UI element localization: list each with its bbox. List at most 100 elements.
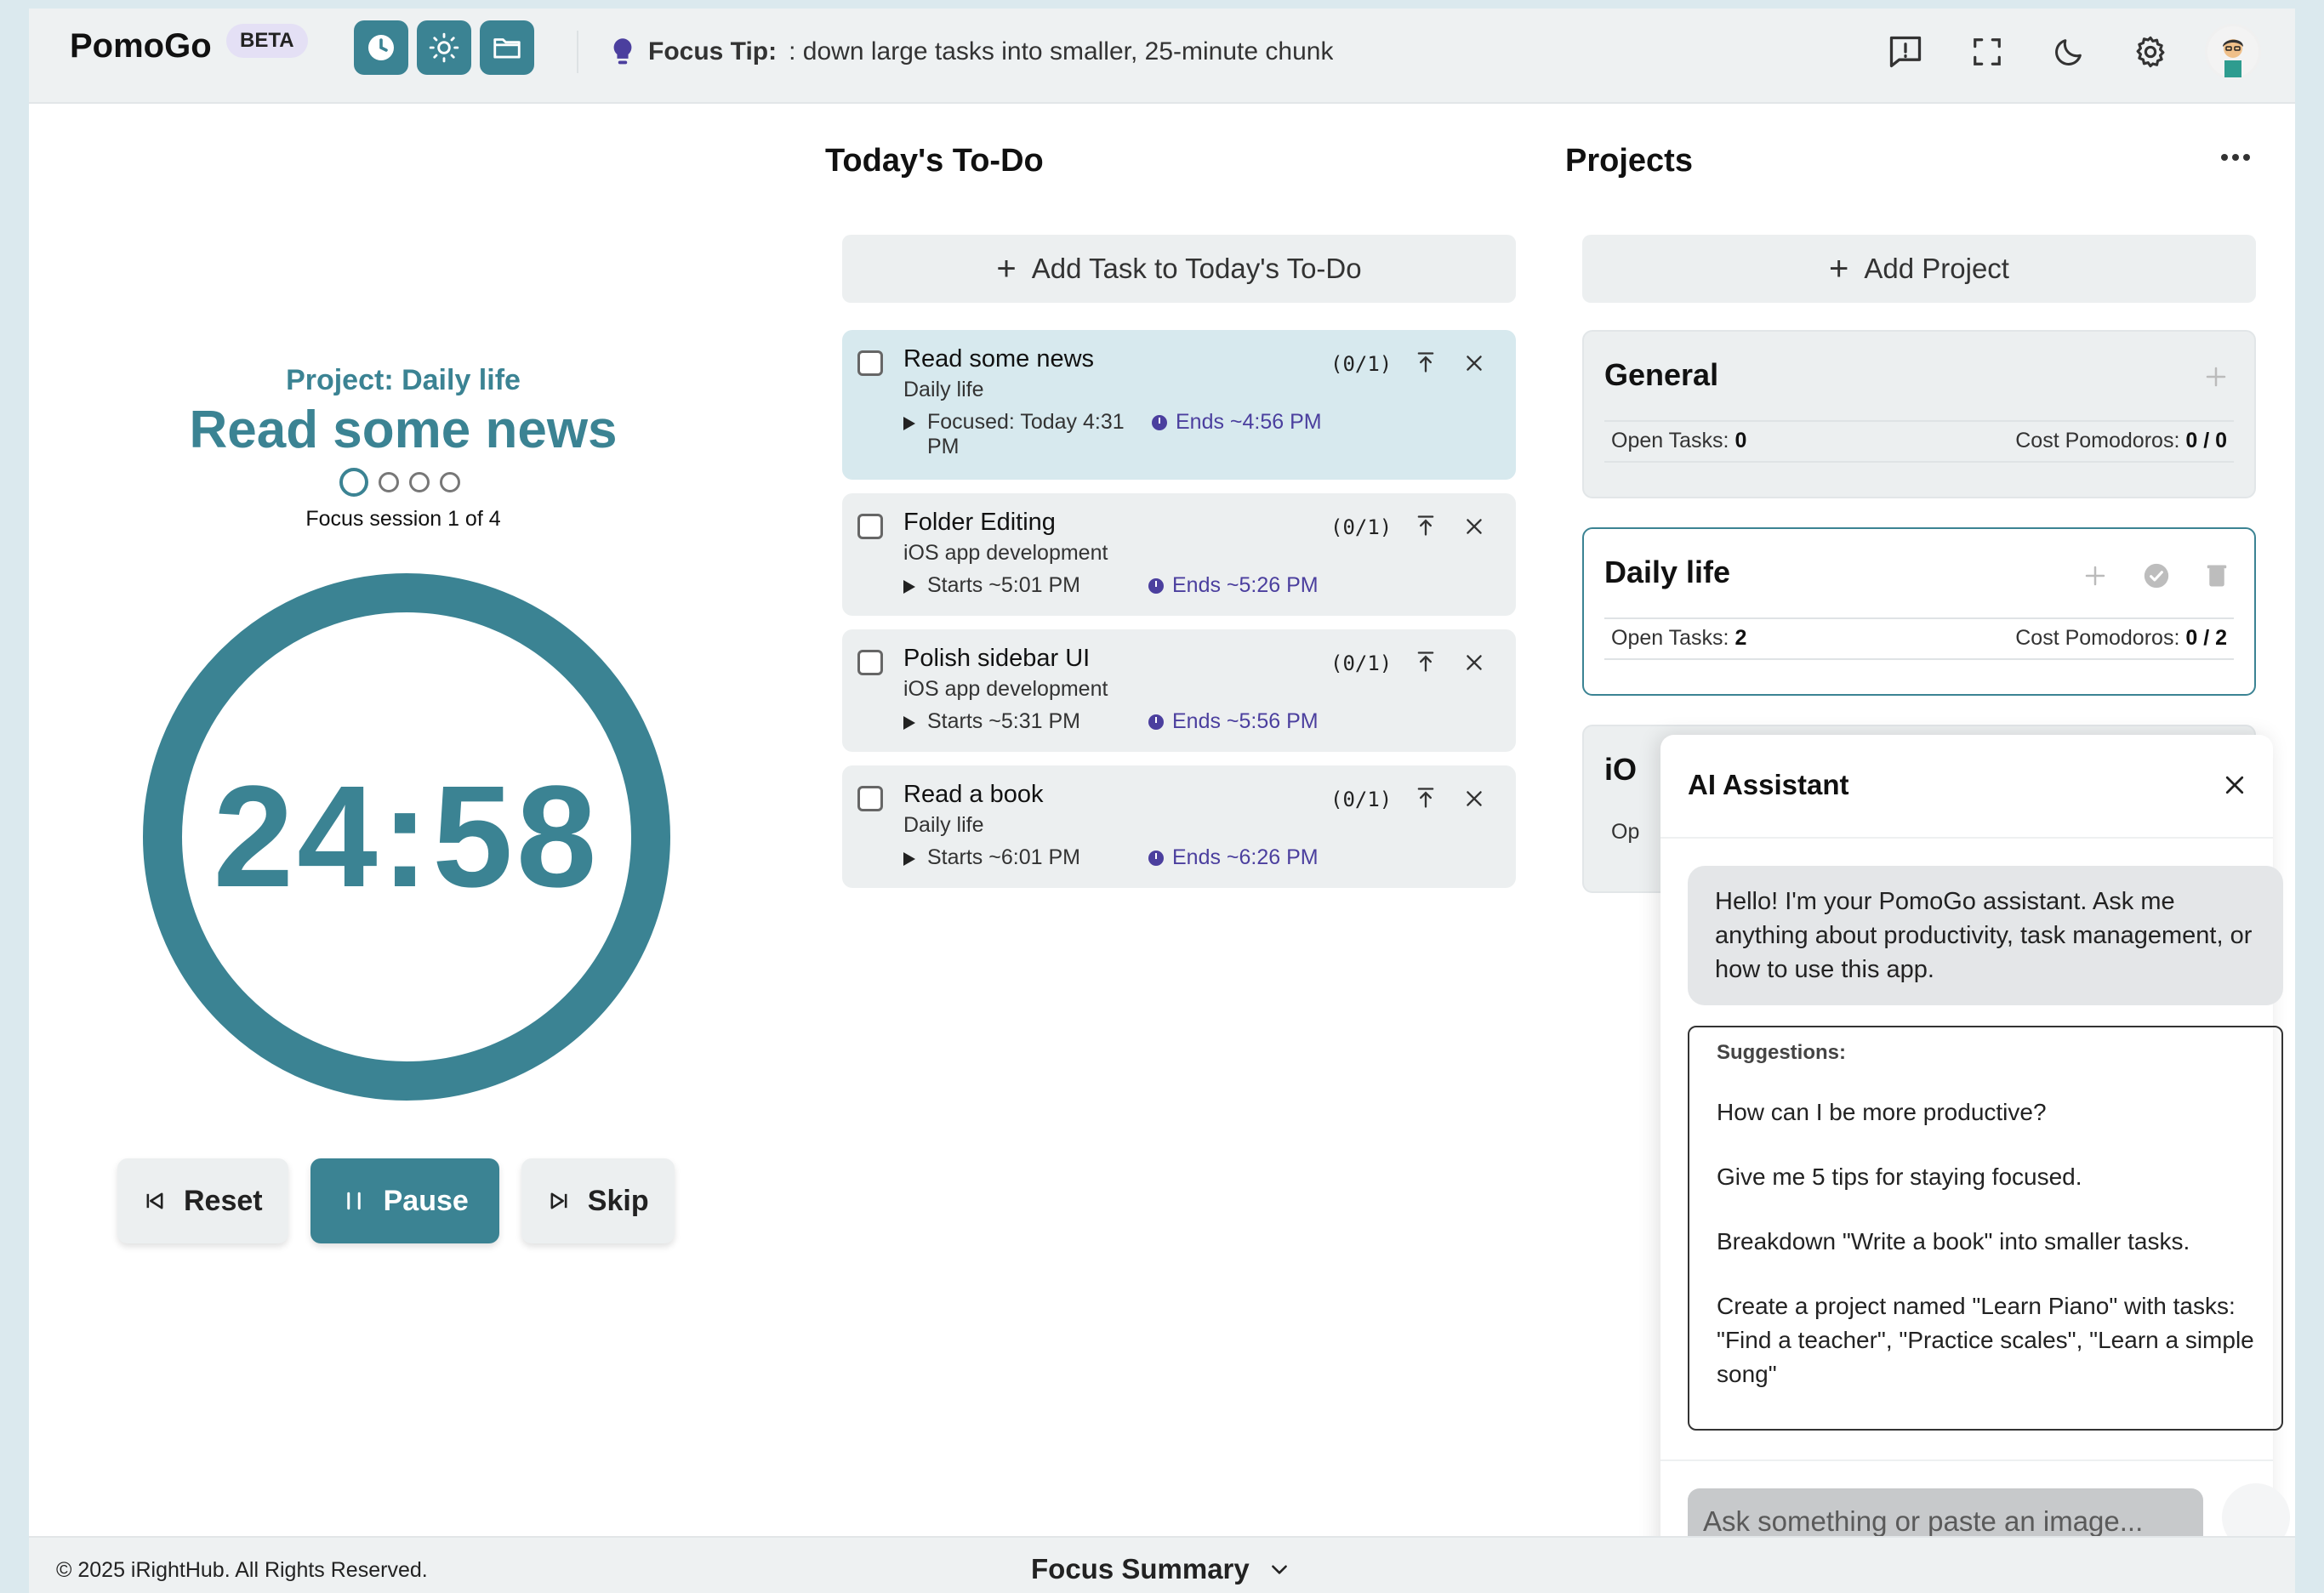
todo-title: Today's To-Do	[825, 143, 1044, 179]
session-dot	[379, 472, 399, 492]
assistant-message: Hello! I'm your PomoGo assistant. Ask me…	[1688, 866, 2283, 1005]
ai-close-button[interactable]	[2222, 772, 2247, 802]
add-to-project-button[interactable]	[2203, 364, 2229, 394]
project-actions	[2203, 364, 2229, 394]
close-icon	[1467, 791, 1482, 806]
task-end-text: Ends ~6:26 PM	[1172, 845, 1319, 869]
remove-task-button[interactable]	[1463, 515, 1485, 542]
remove-task-button[interactable]	[1463, 651, 1485, 678]
skip-label: Skip	[587, 1184, 649, 1217]
task-pomodoro-count: (0/1)	[1330, 515, 1393, 539]
clock-icon	[1148, 851, 1164, 866]
arrow-to-top-icon	[1417, 352, 1434, 373]
pause-label: Pause	[383, 1184, 469, 1217]
dark-mode-button[interactable]	[2042, 25, 2096, 79]
task-end-time: Ends ~6:26 PM	[1148, 845, 1319, 870]
task-name: Polish sidebar UI	[903, 645, 1091, 672]
close-icon	[1467, 519, 1482, 534]
beta-badge: BETA	[226, 24, 308, 58]
user-avatar[interactable]	[2205, 24, 2261, 80]
divider	[1604, 658, 2234, 660]
suggestion-item[interactable]: Create a project named "Learn Piano" wit…	[1717, 1289, 2254, 1391]
focus-tip-label: Focus Tip:	[648, 37, 778, 65]
clock-icon	[1152, 415, 1167, 430]
brand-logo: PomoGo	[70, 27, 212, 65]
remove-task-button[interactable]	[1463, 788, 1485, 814]
task-pomodoro-count: (0/1)	[1330, 651, 1393, 675]
feedback-button[interactable]	[1878, 25, 1933, 79]
check-circle-icon	[2144, 563, 2169, 589]
app-window: PomoGo BETA Focus Tip:: down large task…	[29, 9, 2295, 1593]
timer-mode-button[interactable]	[354, 20, 408, 75]
task-item[interactable]: Read some news Daily life (0/1) Focused:…	[842, 330, 1516, 480]
add-task-button[interactable]: + Add Task to Today's To-Do	[842, 235, 1516, 303]
task-item[interactable]: Folder Editing iOS app development (0/1)…	[842, 493, 1516, 616]
session-dot	[409, 472, 430, 492]
task-project: Daily life	[903, 378, 984, 401]
session-dot	[339, 468, 368, 497]
projects-title: Projects	[1565, 143, 1693, 179]
folder-icon	[493, 38, 521, 59]
skip-button[interactable]: Skip	[521, 1158, 675, 1243]
add-project-label: Add Project	[1864, 253, 2009, 284]
feedback-icon	[1889, 36, 1922, 68]
plus-icon: +	[1829, 249, 1849, 287]
move-to-top-button[interactable]	[1414, 650, 1438, 678]
task-checkbox[interactable]	[857, 650, 883, 675]
task-pomodoro-count: (0/1)	[1330, 352, 1393, 376]
skip-forward-icon	[550, 1192, 567, 1209]
add-project-button[interactable]: + Add Project	[1582, 235, 2256, 303]
open-tasks-label: Open Tasks:	[1611, 626, 1729, 650]
project-card[interactable]: Daily life Open Tasks: 2 Cost Pomodoros:	[1582, 527, 2256, 696]
projects-mode-button[interactable]	[480, 20, 534, 75]
complete-project-button[interactable]	[2142, 561, 2171, 595]
focus-summary-toggle[interactable]: Focus Summary	[1031, 1553, 1290, 1585]
gear-icon	[2136, 36, 2165, 68]
task-checkbox[interactable]	[857, 786, 883, 811]
open-tasks-value: 2	[1734, 626, 1747, 650]
focus-mode-button[interactable]	[417, 20, 471, 75]
suggestion-item[interactable]: Give me 5 tips for staying focused.	[1717, 1160, 2254, 1194]
project-cost: Cost Pomodoros: 0 / 2	[2015, 626, 2227, 651]
task-project: iOS app development	[903, 677, 1108, 701]
move-to-top-button[interactable]	[1414, 786, 1438, 814]
project-name: Daily life	[1604, 555, 1731, 589]
move-to-top-button[interactable]	[1414, 514, 1438, 542]
fullscreen-button[interactable]	[1960, 25, 2014, 79]
header-divider	[577, 31, 578, 73]
projects-more-button[interactable]	[2219, 151, 2253, 168]
arrow-to-top-icon	[1417, 788, 1434, 808]
suggestion-item[interactable]: Breakdown "Write a book" into smaller ta…	[1717, 1225, 2254, 1259]
footer: © 2025 iRightHub. All Rights Reserved. F…	[29, 1536, 2295, 1593]
task-pomodoro-count: (0/1)	[1330, 788, 1393, 811]
task-start-text: Starts ~5:01 PM	[927, 573, 1080, 597]
task-end-text: Ends ~4:56 PM	[1176, 410, 1322, 434]
close-icon	[1467, 356, 1482, 371]
arrow-to-top-icon	[1417, 651, 1434, 672]
project-card[interactable]: General Open Tasks: 0 Cost Pomodoros: 0 …	[1582, 330, 2256, 498]
add-to-project-button[interactable]	[2082, 563, 2108, 593]
divider	[1604, 617, 2234, 619]
divider	[1604, 461, 2234, 463]
task-name: Read a book	[903, 781, 1044, 808]
remove-task-button[interactable]	[1463, 352, 1485, 378]
cost-label: Cost Pomodoros:	[2015, 626, 2180, 650]
move-to-top-button[interactable]	[1414, 350, 1438, 378]
delete-project-button[interactable]	[2205, 563, 2229, 593]
more-dots-icon	[2221, 154, 2250, 161]
clock-icon	[1148, 578, 1164, 594]
header: PomoGo BETA Focus Tip:: down large task…	[29, 9, 2295, 104]
cost-value: 0 / 0	[2185, 429, 2227, 452]
task-item[interactable]: Read a book Daily life (0/1) Starts ~6:0…	[842, 765, 1516, 888]
settings-button[interactable]	[2123, 25, 2178, 79]
pause-button[interactable]: Pause	[310, 1158, 499, 1243]
add-task-label: Add Task to Today's To-Do	[1031, 253, 1362, 284]
reset-button[interactable]: Reset	[117, 1158, 288, 1243]
task-start-text: Focused: Today 4:31 PM	[927, 410, 1125, 458]
task-item[interactable]: Polish sidebar UI iOS app development (0…	[842, 629, 1516, 752]
current-task-title: Read some news	[189, 401, 618, 459]
task-end-time: Ends ~5:26 PM	[1148, 573, 1319, 598]
task-checkbox[interactable]	[857, 350, 883, 376]
suggestion-item[interactable]: How can I be more productive?	[1717, 1095, 2254, 1129]
task-checkbox[interactable]	[857, 514, 883, 539]
